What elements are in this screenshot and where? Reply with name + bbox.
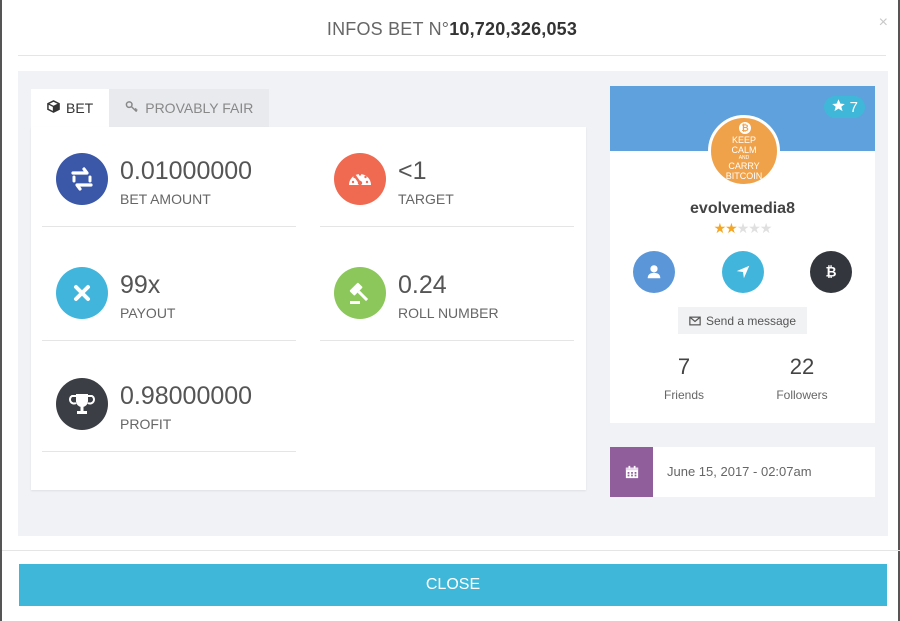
- send-message-label: Send a message: [705, 313, 797, 328]
- gauge-icon: [334, 153, 386, 205]
- envelope-icon: [689, 316, 701, 325]
- player-section: 7 ₿ KEEP CALM AND CARRY BITCOIN evolveme…: [610, 86, 875, 497]
- bet-details-section: BET PROVABLY FAIR 0.01000000 BET AMOUNT: [31, 89, 586, 490]
- level-count: 7: [849, 98, 858, 116]
- bet-panel: 0.01000000 BET AMOUNT <1 TARGET 99x PAYO…: [31, 127, 586, 490]
- followers-stat[interactable]: 22 Followers: [747, 354, 857, 402]
- target-label: TARGET: [398, 191, 454, 207]
- roll-number-value: 0.24: [398, 271, 447, 299]
- location-arrow-icon: [736, 265, 750, 279]
- stat-bet-amount: 0.01000000 BET AMOUNT: [42, 139, 296, 227]
- username[interactable]: evolvemedia8: [610, 200, 875, 218]
- gavel-icon: [334, 267, 386, 319]
- bet-amount-label: BET AMOUNT: [120, 191, 211, 207]
- close-icon[interactable]: ×: [879, 14, 888, 32]
- bet-info-modal: INFOS BET N°10,720,326,053 × BET PROVABL…: [0, 0, 900, 621]
- friends-stat[interactable]: 7 Friends: [629, 354, 739, 402]
- send-message-button[interactable]: Send a message: [678, 307, 807, 334]
- close-button[interactable]: CLOSE: [19, 564, 887, 606]
- followers-count: 22: [789, 354, 815, 379]
- bitcoin-icon: ₿: [825, 265, 836, 281]
- bet-date-text: June 15, 2017 - 02:07am: [667, 464, 812, 479]
- times-icon: [56, 267, 108, 319]
- modal-title: INFOS BET N°10,720,326,053: [326, 19, 578, 39]
- payout-label: PAYOUT: [120, 305, 176, 321]
- stat-roll-number: 0.24 ROLL NUMBER: [320, 253, 574, 341]
- profit-value: 0.98000000: [120, 382, 253, 410]
- tab-provably-fair-label: PROVABLY FAIR: [145, 100, 254, 116]
- trophy-icon: [56, 378, 108, 430]
- bet-number: 10,720,326,053: [449, 19, 578, 39]
- cube-icon: [47, 100, 60, 116]
- svg-text:₿: ₿: [825, 265, 836, 281]
- stat-payout: 99x PAYOUT: [42, 253, 296, 341]
- tab-provably-fair[interactable]: PROVABLY FAIR: [109, 89, 270, 127]
- star-icon: [831, 98, 846, 117]
- send-tip-button[interactable]: [722, 251, 764, 293]
- level-badge: 7: [823, 96, 865, 118]
- exchange-icon: [56, 153, 108, 205]
- tab-bet-label: BET: [66, 100, 94, 116]
- roll-number-label: ROLL NUMBER: [398, 305, 499, 321]
- bet-amount-value: 0.01000000: [120, 157, 253, 185]
- user-icon: [647, 265, 661, 279]
- profit-label: PROFIT: [120, 416, 172, 432]
- bitcoin-logo-icon: ₿: [739, 122, 751, 134]
- calendar-icon: [610, 447, 653, 497]
- bitcoin-button[interactable]: ₿: [810, 251, 852, 293]
- profile-card: 7 ₿ KEEP CALM AND CARRY BITCOIN evolveme…: [610, 86, 875, 423]
- stat-profit: 0.98000000 PROFIT: [42, 364, 296, 452]
- friends-count: 7: [677, 354, 691, 379]
- friends-label: Friends: [663, 388, 704, 402]
- profile-button[interactable]: [633, 251, 675, 293]
- key-icon: [125, 100, 139, 116]
- bet-date: June 15, 2017 - 02:07am: [610, 447, 875, 497]
- profile-actions: ₿: [610, 251, 875, 295]
- rating-stars: ★★★★★: [713, 220, 773, 236]
- stat-target: <1 TARGET: [320, 139, 574, 227]
- tab-bet[interactable]: BET: [31, 89, 110, 127]
- footer-divider: [2, 550, 900, 551]
- avatar[interactable]: ₿ KEEP CALM AND CARRY BITCOIN: [708, 115, 780, 187]
- target-value: <1: [398, 157, 427, 185]
- modal-body: BET PROVABLY FAIR 0.01000000 BET AMOUNT: [18, 71, 888, 536]
- payout-value: 99x: [120, 271, 161, 299]
- tabs: BET PROVABLY FAIR: [31, 89, 270, 127]
- followers-label: Followers: [776, 388, 828, 402]
- modal-header: INFOS BET N°10,720,326,053: [18, 0, 886, 56]
